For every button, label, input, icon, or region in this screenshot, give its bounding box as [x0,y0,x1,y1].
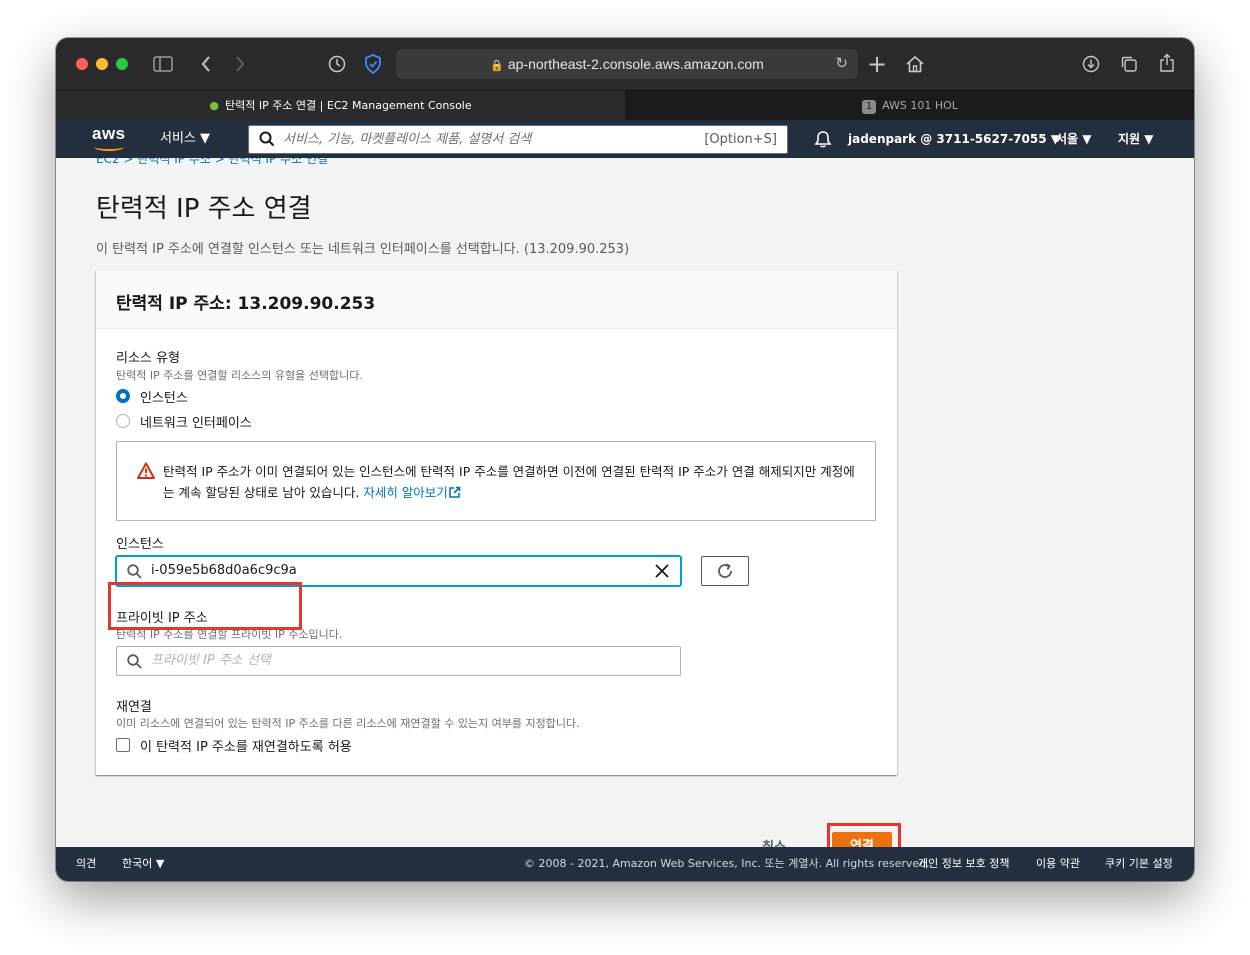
main-content: EC2 > 탄력적 IP 주소 > 탄력적 IP 주소 연결 탄력적 IP 주소… [56,158,1194,847]
refresh-button[interactable] [701,556,749,586]
zoom-window-button[interactable] [116,58,128,70]
search-icon [127,564,142,579]
external-link-icon[interactable] [448,486,461,499]
new-tab-icon[interactable]: + [866,52,888,76]
private-ip-input[interactable]: 프라이빗 IP 주소 선택 [116,646,681,676]
tab-aws-101-hol[interactable]: 1 AWS 101 HOL [626,91,1194,121]
cancel-button[interactable]: 취소 [762,838,786,847]
reassociate-checkbox-label[interactable]: 이 탄력적 IP 주소를 재연결하도록 허용 [140,736,352,755]
download-icon[interactable] [1080,52,1102,76]
close-window-button[interactable] [76,58,88,70]
tab-ec2-console[interactable]: ● 탄력적 IP 주소 연결 | EC2 Management Console [56,91,625,121]
cookie-settings-link[interactable]: 쿠키 기본 설정 [1105,847,1173,881]
instance-value: i-059e5b68d0a6c9c9a [151,563,297,578]
radio-instance-label[interactable]: 인스턴스 [140,387,188,406]
tab-title: 탄력적 IP 주소 연결 | EC2 Management Console [224,99,472,112]
services-menu[interactable]: 서비스 ▼ [160,120,210,158]
aws-top-nav: aws 서비스 ▼ 서비스, 기능, 마켓플레이스 제품, 설명서 검색 [Op… [56,120,1194,158]
resource-type-hint: 탄력적 IP 주소를 연결할 리소스의 유형을 선택합니다. [116,369,363,382]
instance-highlight-box [108,582,302,630]
warning-icon [137,462,155,479]
address-bar[interactable]: 🔒 ap-northeast-2.console.aws.amazon.com ↻ [396,49,858,79]
language-menu[interactable]: 한국어 ▼ [122,847,164,881]
minimize-window-button[interactable] [96,58,108,70]
radio-network-interface[interactable] [116,414,130,428]
browser-window: 🔒 ap-northeast-2.console.aws.amazon.com ↻… [56,38,1194,881]
search-icon [259,131,275,147]
sidebar-icon[interactable] [152,52,174,76]
search-placeholder: 서비스, 기능, 마켓플레이스 제품, 설명서 검색 [283,132,532,147]
lock-icon: 🔒 [490,60,504,72]
refresh-icon [718,563,732,578]
warning-alert: 탄력적 IP 주소가 이미 연결되어 있는 인스턴스에 탄력적 IP 주소를 연… [116,441,876,521]
aws-smile-icon [94,143,124,151]
browser-toolbar: 🔒 ap-northeast-2.console.aws.amazon.com ↻… [56,38,1194,90]
radio-instance[interactable] [116,389,130,403]
associate-form-panel: 탄력적 IP 주소: 13.209.90.253 리소스 유형 탄력적 IP 주… [96,270,897,775]
radio-network-interface-label[interactable]: 네트워크 인터페이스 [140,412,252,431]
associate-highlight-box [827,823,901,847]
support-menu[interactable]: 지원 ▼ [1118,120,1154,158]
feedback-link[interactable]: 의견 [76,847,96,881]
privacy-link[interactable]: 개인 정보 보호 정책 [918,847,1009,881]
reassociate-label: 재연결 [116,700,152,715]
breadcrumb[interactable]: EC2 > 탄력적 IP 주소 > 탄력적 IP 주소 연결 [96,158,328,167]
reassociate-checkbox[interactable] [116,738,130,752]
resource-type-label: 리소스 유형 [116,351,180,366]
bell-icon[interactable] [813,129,833,149]
region-menu[interactable]: 서울 ▼ [1056,120,1092,158]
instance-label: 인스턴스 [116,537,164,552]
panel-title: 탄력적 IP 주소: 13.209.90.253 [116,294,376,314]
learn-more-link[interactable]: 자세히 알아보기 [363,485,447,500]
home-icon[interactable] [904,52,926,76]
warning-text: 탄력적 IP 주소가 이미 연결되어 있는 인스턴스에 탄력적 IP 주소를 연… [163,464,855,500]
history-icon[interactable] [326,52,348,76]
bulb-favicon-icon: ● [209,99,219,112]
page-description: 이 탄력적 IP 주소에 연결할 인스턴스 또는 네트워크 인터페이스를 선택합… [96,242,630,257]
panel-header: 탄력적 IP 주소: 13.209.90.253 [96,271,897,329]
tab-badge: 1 [862,100,877,114]
search-shortcut: [Option+S] [704,132,777,147]
console-search-input[interactable]: 서비스, 기능, 마켓플레이스 제품, 설명서 검색 [Option+S] [248,125,788,154]
shield-icon[interactable] [362,52,384,76]
aws-logo[interactable]: aws [92,124,128,154]
forward-icon[interactable] [230,52,250,76]
address-text: ap-northeast-2.console.aws.amazon.com [507,56,764,72]
private-ip-placeholder: 프라이빗 IP 주소 선택 [151,653,271,668]
terms-link[interactable]: 이용 약관 [1036,847,1080,881]
reassociate-hint: 이미 리소스에 연결되어 있는 탄력적 IP 주소를 다른 리소스에 재연결할 … [116,717,580,730]
search-icon [127,654,142,669]
page-title: 탄력적 IP 주소 연결 [96,194,312,224]
account-menu[interactable]: jadenpark @ 3711-5627-7055 ▼ [848,120,1060,158]
share-icon[interactable] [1156,52,1178,76]
aws-logo-text: aws [92,124,126,143]
tabs-overview-icon[interactable] [1118,52,1140,76]
warning-message: 탄력적 IP 주소가 이미 연결되어 있는 인스턴스에 탄력적 IP 주소를 연… [163,461,863,503]
reload-icon[interactable]: ↻ [835,49,848,79]
tab-bar: ● 탄력적 IP 주소 연결 | EC2 Management Console 1… [56,90,1194,121]
copyright-text: © 2008 - 2021, Amazon Web Services, Inc.… [524,857,930,870]
back-icon[interactable] [196,52,216,76]
clear-icon[interactable] [654,563,670,579]
console-footer: 의견 한국어 ▼ © 2008 - 2021, Amazon Web Servi… [56,847,1194,881]
tab-title: AWS 101 HOL [882,99,958,112]
